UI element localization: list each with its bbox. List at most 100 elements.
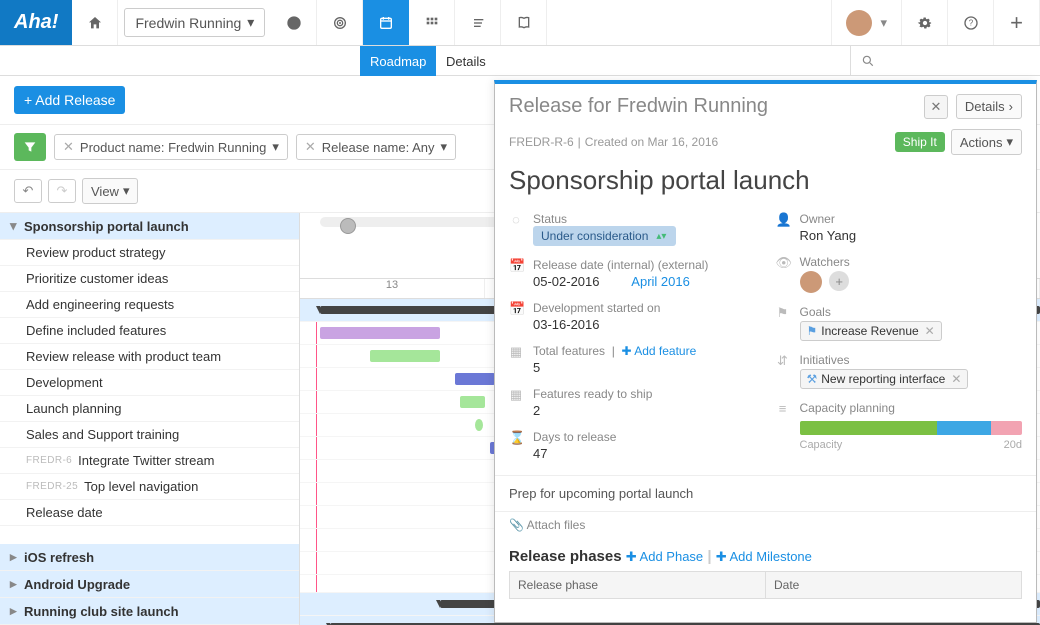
release-item[interactable]: Define included features <box>0 318 299 344</box>
view-dropdown[interactable]: View ▾ <box>82 178 138 204</box>
release-date-internal[interactable]: 05-02-2016 <box>533 274 600 289</box>
add-feature-link[interactable]: ✚ Add feature <box>622 344 697 358</box>
release-item[interactable]: Sales and Support training <box>0 422 299 448</box>
hourglass-icon: ⌛ <box>509 430 523 461</box>
initiative-tag[interactable]: ⚒ New reporting interface ✕ <box>800 369 969 389</box>
product-selector[interactable]: Fredwin Running ▾ <box>124 8 265 37</box>
user-menu[interactable]: ▾ <box>831 0 902 45</box>
total-features-value[interactable]: 5 <box>533 358 696 375</box>
release-item[interactable]: Prioritize customer ideas <box>0 266 299 292</box>
info-icon[interactable]: i <box>271 0 317 45</box>
initiatives-label: Initiatives <box>800 353 969 367</box>
status-label: Status <box>533 212 676 226</box>
list-icon[interactable] <box>455 0 501 45</box>
panel-details-button[interactable]: Details › <box>956 94 1022 119</box>
release-name: Running club site launch <box>24 604 179 619</box>
release-item[interactable]: Release date <box>0 500 299 526</box>
goal-tag[interactable]: ⚑ Increase Revenue ✕ <box>800 321 942 341</box>
chevron-icon: ▾ <box>10 218 24 234</box>
gantt-bar[interactable] <box>460 396 485 408</box>
release-item[interactable]: Review product strategy <box>0 240 299 266</box>
add-release-button[interactable]: + Add Release <box>14 86 125 114</box>
caret-down-icon: ▾ <box>880 15 887 31</box>
search-input[interactable] <box>881 53 1030 68</box>
release-item[interactable]: Add engineering requests <box>0 292 299 318</box>
filter-icon[interactable] <box>14 133 46 161</box>
release-header[interactable]: ▾Sponsorship portal launch <box>0 213 299 240</box>
gantt-bar[interactable] <box>320 327 440 339</box>
release-item[interactable]: Review release with product team <box>0 344 299 370</box>
chevron-icon: ▸ <box>10 549 24 565</box>
global-search[interactable] <box>850 46 1040 75</box>
grid-icon[interactable] <box>409 0 455 45</box>
capacity-label: Capacity planning <box>800 401 1023 415</box>
add-phase-link[interactable]: ✚ Add Phase <box>626 549 703 564</box>
remove-filter-icon[interactable]: ✕ <box>63 139 74 155</box>
plus-icon[interactable]: + <box>994 0 1040 45</box>
gantt-bar[interactable] <box>455 373 495 385</box>
release-title[interactable]: Sponsorship portal launch <box>495 159 1036 206</box>
release-item[interactable]: Launch planning <box>0 396 299 422</box>
tab-roadmap[interactable]: Roadmap <box>360 46 436 76</box>
redo-button[interactable]: ↷ <box>48 179 76 203</box>
release-item[interactable]: Development <box>0 370 299 396</box>
sitemap-icon: ⚒ <box>807 372 818 386</box>
undo-button[interactable]: ↶ <box>14 179 42 203</box>
calendar-icon: 📅 <box>509 258 523 289</box>
close-panel-button[interactable]: ✕ <box>924 95 948 119</box>
flag-icon: ⚑ <box>776 305 790 341</box>
logo: Aha! <box>0 0 72 45</box>
tab-details[interactable]: Details <box>436 46 496 76</box>
status-dropdown[interactable]: Under consideration ▴▾ <box>533 226 676 246</box>
chevron-icon: ▸ <box>10 603 24 619</box>
target-icon[interactable] <box>317 0 363 45</box>
caret-down-icon: ▾ <box>123 183 130 199</box>
attach-files-link[interactable]: 📎 Attach files <box>495 511 1036 538</box>
filter-product[interactable]: ✕ Product name: Fredwin Running ▾ <box>54 134 288 160</box>
caret-down-icon: ▾ <box>441 139 448 155</box>
release-item[interactable]: FREDR-6 Integrate Twitter stream <box>0 448 299 474</box>
gantt-bar[interactable] <box>370 350 440 362</box>
actions-dropdown[interactable]: Actions ▾ <box>951 129 1022 155</box>
goals-label: Goals <box>800 305 942 319</box>
gantt-milestone[interactable] <box>475 419 483 431</box>
remove-tag-icon[interactable]: ✕ <box>951 372 961 386</box>
help-icon[interactable]: ? <box>948 0 994 45</box>
item-prefix: FREDR-6 <box>26 455 72 466</box>
caret-down-icon: ▾ <box>272 139 279 155</box>
release-description[interactable]: Prep for upcoming portal launch <box>495 475 1036 511</box>
created-on: Created on Mar 16, 2016 <box>585 135 718 149</box>
capacity-right: 20d <box>1004 439 1022 451</box>
release-item[interactable]: FREDR-25Top level navigation <box>0 474 299 500</box>
add-watcher-button[interactable]: + <box>829 271 849 291</box>
gear-icon[interactable] <box>902 0 948 45</box>
zoom-slider-thumb[interactable] <box>340 218 356 234</box>
add-milestone-link[interactable]: ✚ Add Milestone <box>716 549 812 564</box>
calendar-icon: 📅 <box>509 301 523 332</box>
release-date-external[interactable]: April 2016 <box>631 274 690 289</box>
grid-icon: ▦ <box>509 387 523 418</box>
owner-label: Owner <box>800 212 857 226</box>
owner-value[interactable]: Ron Yang <box>800 226 857 243</box>
filter-release-label: Release name: Any <box>322 140 435 155</box>
home-icon[interactable] <box>72 0 118 45</box>
ship-it-button[interactable]: Ship It <box>895 132 945 152</box>
filter-product-label: Product name: Fredwin Running <box>80 140 266 155</box>
filter-release[interactable]: ✕ Release name: Any ▾ <box>296 134 456 160</box>
book-icon[interactable] <box>501 0 547 45</box>
release-header[interactable]: ▸iOS refresh <box>0 544 299 571</box>
chevron-icon: ▸ <box>10 576 24 592</box>
dev-started-label: Development started on <box>533 301 660 315</box>
release-header[interactable]: ▸Android Upgrade <box>0 571 299 598</box>
features-ready-value: 2 <box>533 401 652 418</box>
phase-col-header: Release phase <box>510 572 766 598</box>
remove-filter-icon[interactable]: ✕ <box>305 139 316 155</box>
remove-tag-icon[interactable]: ✕ <box>925 324 935 338</box>
dev-started-value[interactable]: 03-16-2016 <box>533 315 660 332</box>
watcher-avatar[interactable] <box>800 271 822 293</box>
watchers-label: Watchers <box>800 255 850 269</box>
view-label: View <box>91 184 119 199</box>
item-label: Integrate Twitter stream <box>78 453 214 468</box>
calendar-icon[interactable] <box>363 0 409 45</box>
release-header[interactable]: ▸Running club site launch <box>0 598 299 625</box>
